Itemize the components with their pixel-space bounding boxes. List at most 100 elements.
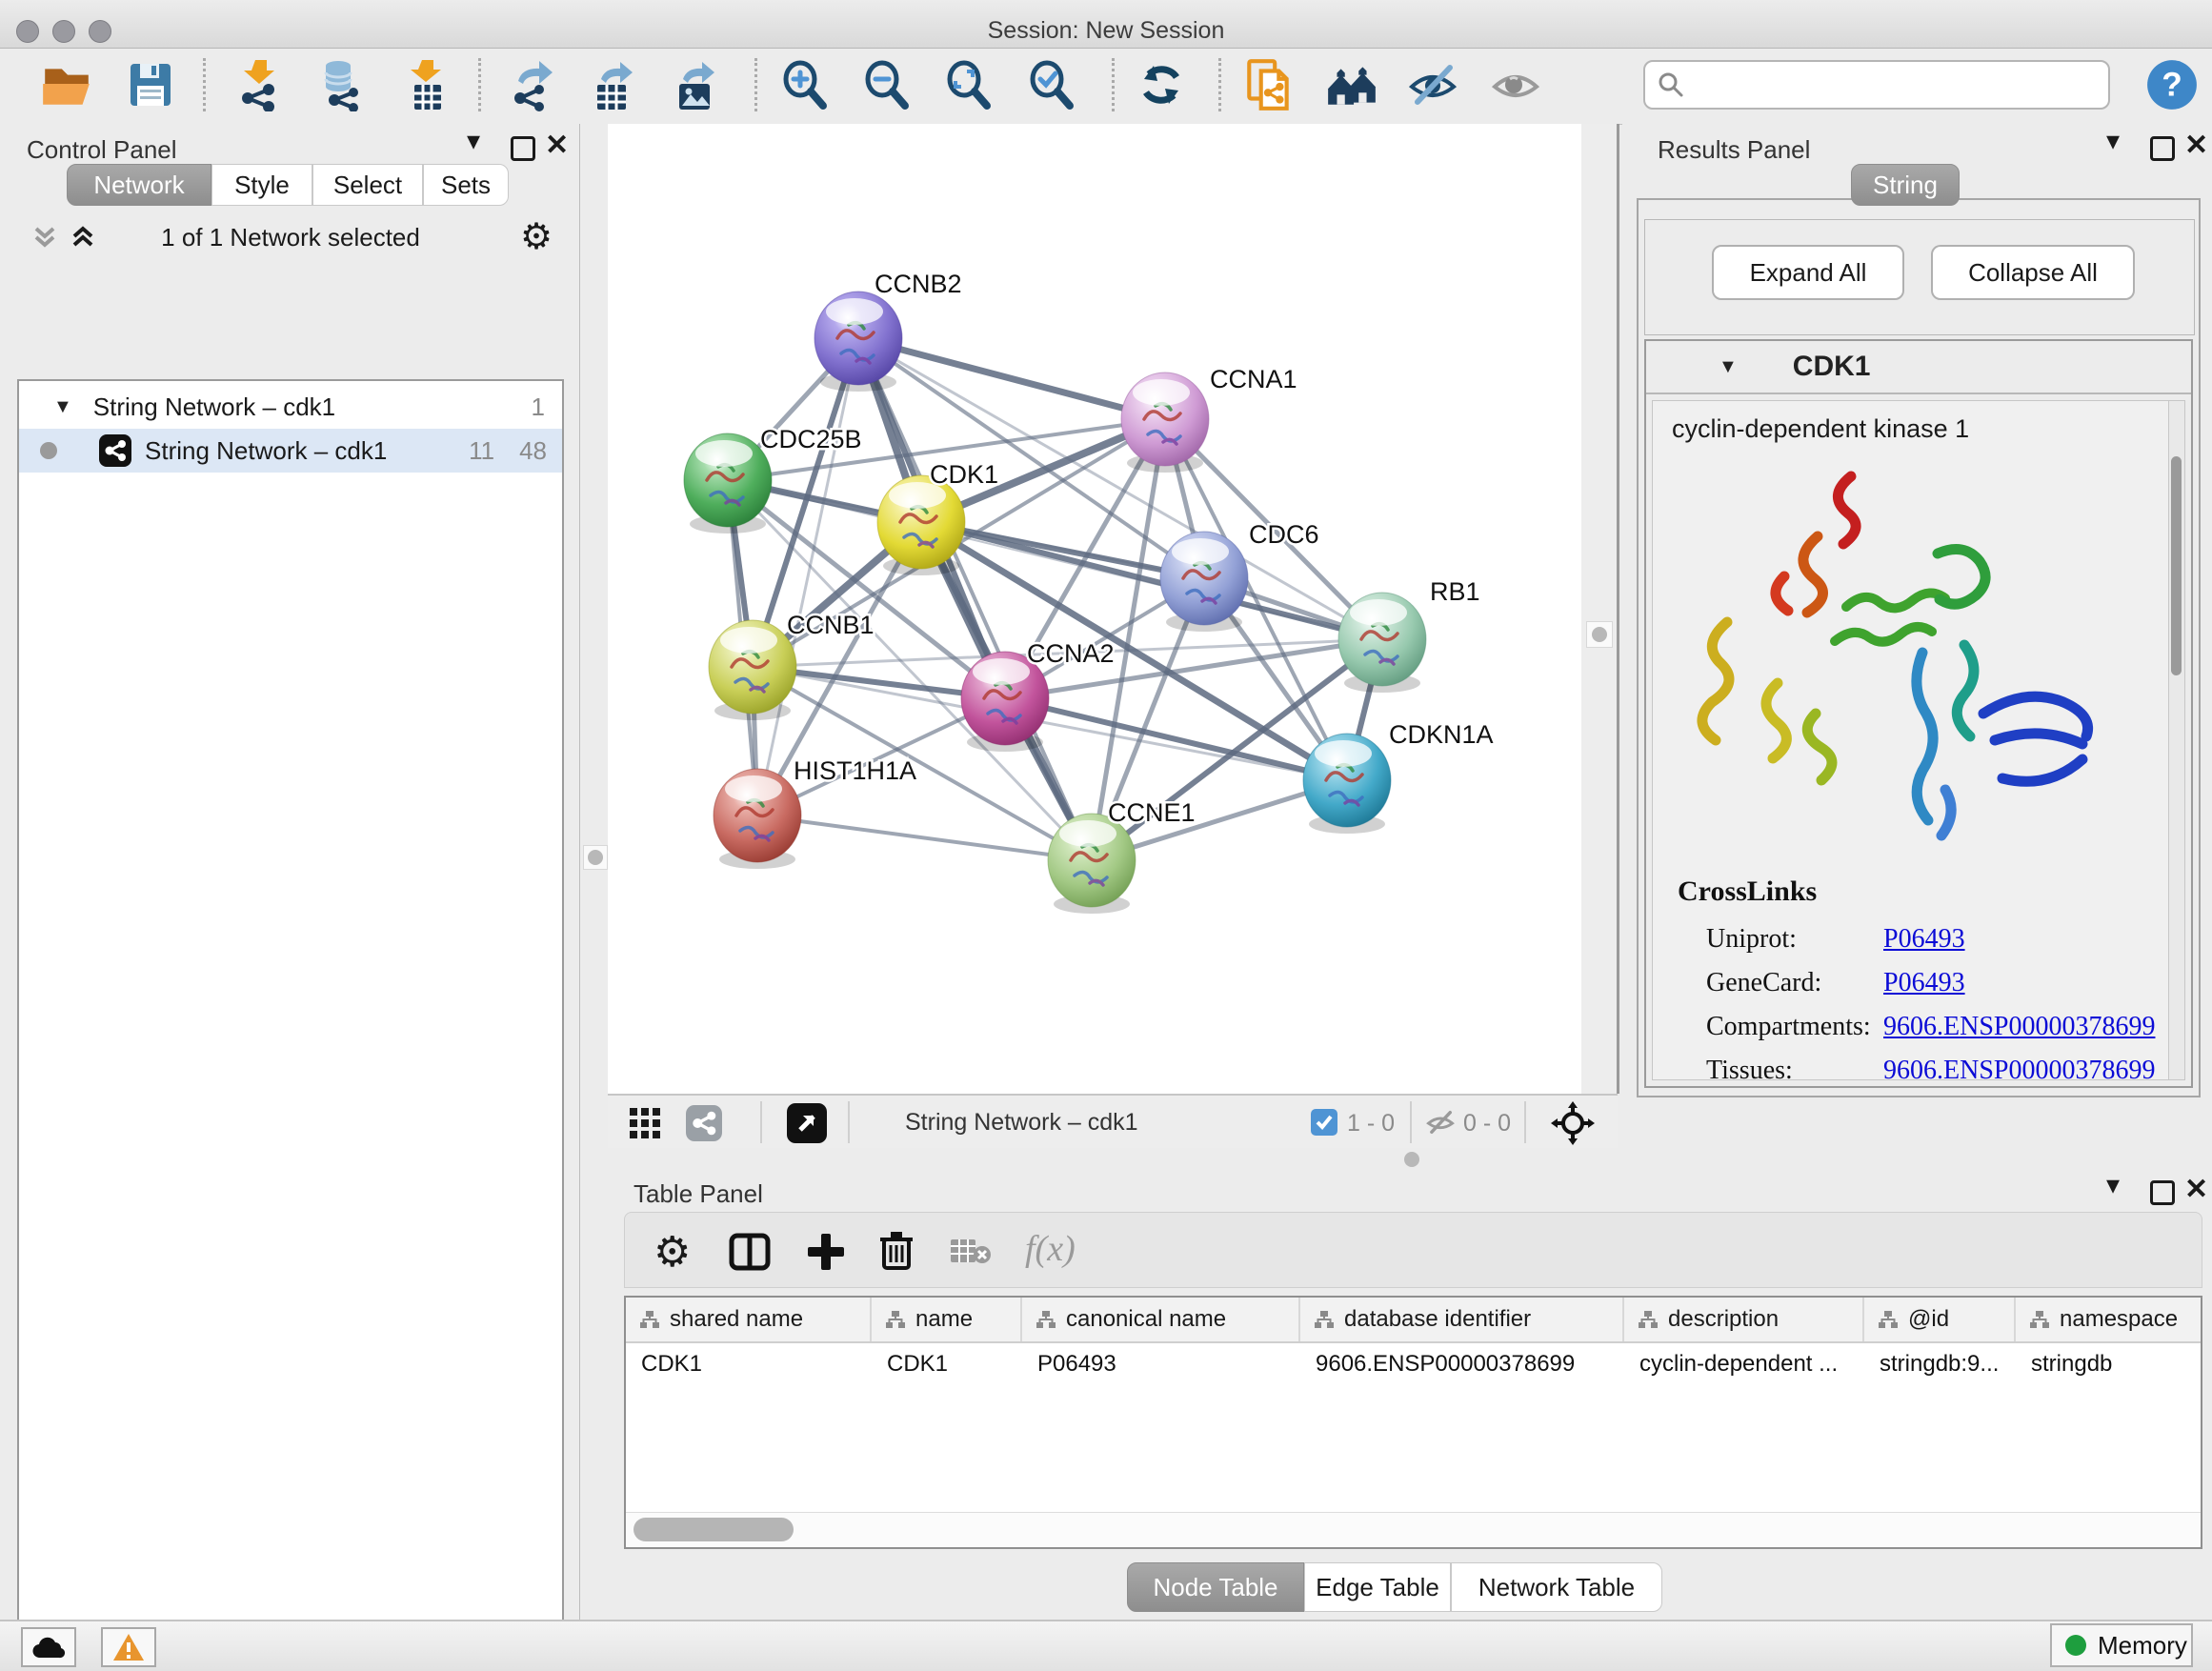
- table-hscrollbar[interactable]: [626, 1512, 2201, 1547]
- gene-collapse-icon[interactable]: ▼: [1719, 356, 1738, 378]
- import-network-from-database-icon[interactable]: [310, 54, 371, 115]
- network-node[interactable]: [1303, 734, 1391, 834]
- table-cell[interactable]: P06493: [1022, 1343, 1300, 1385]
- network-node[interactable]: [1160, 532, 1248, 632]
- left-splitter[interactable]: [580, 124, 608, 1620]
- export-table-icon[interactable]: [582, 54, 643, 115]
- network-node[interactable]: [709, 620, 796, 720]
- network-node[interactable]: [1338, 593, 1426, 693]
- right-splitter-handle[interactable]: [1586, 621, 1613, 648]
- tab-sets[interactable]: Sets: [423, 164, 509, 206]
- search-input[interactable]: [1685, 70, 2089, 99]
- hide-selected-icon[interactable]: [1402, 54, 1463, 115]
- network-node[interactable]: [714, 769, 801, 869]
- network-canvas[interactable]: CCNB2CCNA1CDC25BCDK1CDC6RB1CCNB1CCNA2CDK…: [608, 124, 1581, 1094]
- table-cell[interactable]: cyclin-dependent ...: [1624, 1343, 1864, 1385]
- compartments-link[interactable]: 9606.ENSP00000378699: [1883, 1005, 2155, 1049]
- refresh-icon[interactable]: [1131, 54, 1192, 115]
- zoom-in-icon[interactable]: [774, 54, 835, 115]
- collapse-all-networks-icon[interactable]: [29, 221, 61, 258]
- tab-network[interactable]: Network: [67, 164, 211, 206]
- column-header-shared-name[interactable]: shared name: [626, 1298, 872, 1341]
- search-field[interactable]: [1643, 60, 2110, 110]
- tissues-link[interactable]: 9606.ENSP00000378699: [1883, 1049, 2155, 1080]
- export-network-icon[interactable]: [501, 54, 562, 115]
- horizontal-splitter-handle[interactable]: [1404, 1152, 1419, 1167]
- results-scrollbar[interactable]: [2168, 401, 2184, 1079]
- control-panel-maximize-icon[interactable]: [511, 136, 535, 161]
- zoom-fit-icon[interactable]: [938, 54, 999, 115]
- export-image-icon[interactable]: [664, 54, 725, 115]
- collapse-all-button[interactable]: Collapse All: [1931, 245, 2135, 300]
- network-edge[interactable]: [858, 338, 1165, 419]
- grid-view-icon[interactable]: [629, 1107, 661, 1144]
- network-edge[interactable]: [757, 815, 1092, 860]
- import-network-icon[interactable]: [229, 54, 290, 115]
- results-panel-close-icon[interactable]: ✕: [2184, 133, 2208, 158]
- table-panel-float-icon[interactable]: ▾: [2106, 1176, 2120, 1195]
- network-node[interactable]: [1121, 372, 1209, 473]
- expand-all-button[interactable]: Expand All: [1712, 245, 1904, 300]
- left-splitter-handle[interactable]: [583, 845, 608, 870]
- table-panel-maximize-icon[interactable]: [2150, 1180, 2175, 1205]
- show-columns-icon[interactable]: [728, 1230, 772, 1278]
- network-node[interactable]: [1048, 814, 1136, 914]
- fit-content-crosshair-icon[interactable]: [1551, 1101, 1595, 1150]
- home-network-icon[interactable]: [1321, 54, 1382, 115]
- birds-eye-view-icon[interactable]: [787, 1103, 827, 1148]
- network-row-selected[interactable]: String Network – cdk1 11 48: [19, 429, 562, 473]
- table-gear-icon[interactable]: ⚙: [654, 1228, 691, 1277]
- add-column-icon[interactable]: [804, 1230, 848, 1278]
- right-splitter[interactable]: [1581, 124, 1619, 1094]
- open-session-icon[interactable]: [36, 54, 97, 115]
- collection-expand-icon[interactable]: ▼: [53, 396, 72, 418]
- import-table-icon[interactable]: [395, 54, 456, 115]
- network-node[interactable]: [877, 475, 965, 575]
- table-row[interactable]: CDK1CDK1P064939606.ENSP00000378699cyclin…: [626, 1343, 2201, 1385]
- zoom-selected-icon[interactable]: [1021, 54, 1082, 115]
- column-header--id[interactable]: @id: [1864, 1298, 2016, 1341]
- table-header-row[interactable]: shared namenamecanonical namedatabase id…: [626, 1298, 2201, 1343]
- table-cell[interactable]: 9606.ENSP00000378699: [1300, 1343, 1624, 1385]
- horizontal-splitter[interactable]: [608, 1148, 2212, 1172]
- save-session-icon[interactable]: [120, 54, 181, 115]
- show-hidden-icon[interactable]: [1485, 54, 1546, 115]
- genecard-link[interactable]: P06493: [1883, 961, 2155, 1005]
- clone-network-icon[interactable]: [1238, 54, 1299, 115]
- table-cell[interactable]: stringdb: [2016, 1343, 2202, 1385]
- network-collection-row[interactable]: ▼ String Network – cdk1 1: [19, 385, 562, 429]
- warnings-button[interactable]: [101, 1627, 156, 1667]
- network-edge[interactable]: [757, 338, 858, 815]
- column-header-database-identifier[interactable]: database identifier: [1300, 1298, 1624, 1341]
- network-node[interactable]: [814, 292, 902, 392]
- results-panel-maximize-icon[interactable]: [2150, 136, 2175, 161]
- memory-button[interactable]: Memory: [2050, 1623, 2193, 1667]
- table-cell[interactable]: CDK1: [626, 1343, 872, 1385]
- table-cell[interactable]: stringdb:9...: [1864, 1343, 2016, 1385]
- uniprot-link[interactable]: P06493: [1883, 917, 2155, 961]
- zoom-out-icon[interactable]: [856, 54, 917, 115]
- selected-checkbox-icon[interactable]: [1311, 1109, 1337, 1140]
- table-panel-close-icon[interactable]: ✕: [2184, 1178, 2208, 1202]
- table-cell[interactable]: CDK1: [872, 1343, 1022, 1385]
- tab-string[interactable]: String: [1851, 164, 1960, 206]
- tab-style[interactable]: Style: [211, 164, 312, 206]
- control-panel-float-icon[interactable]: ▾: [467, 131, 480, 151]
- gene-header[interactable]: ▼ CDK1: [1646, 341, 2191, 394]
- column-header-description[interactable]: description: [1624, 1298, 1864, 1341]
- help-icon[interactable]: ?: [2142, 54, 2202, 115]
- tab-network-table[interactable]: Network Table: [1451, 1562, 1662, 1612]
- network-type-icon[interactable]: [686, 1105, 722, 1146]
- tab-node-table[interactable]: Node Table: [1127, 1562, 1304, 1612]
- expand-all-networks-icon[interactable]: [67, 221, 99, 258]
- delete-column-icon[interactable]: [875, 1228, 918, 1277]
- column-header-namespace[interactable]: namespace: [2016, 1298, 2202, 1341]
- column-header-canonical-name[interactable]: canonical name: [1022, 1298, 1300, 1341]
- column-header-name[interactable]: name: [872, 1298, 1022, 1341]
- control-panel-close-icon[interactable]: ✕: [545, 133, 569, 158]
- network-options-gear-icon[interactable]: ⚙: [520, 215, 553, 258]
- results-scrollbar-thumb[interactable]: [2171, 456, 2182, 675]
- network-node[interactable]: [684, 433, 772, 534]
- tab-edge-table[interactable]: Edge Table: [1304, 1562, 1451, 1612]
- tab-select[interactable]: Select: [312, 164, 423, 206]
